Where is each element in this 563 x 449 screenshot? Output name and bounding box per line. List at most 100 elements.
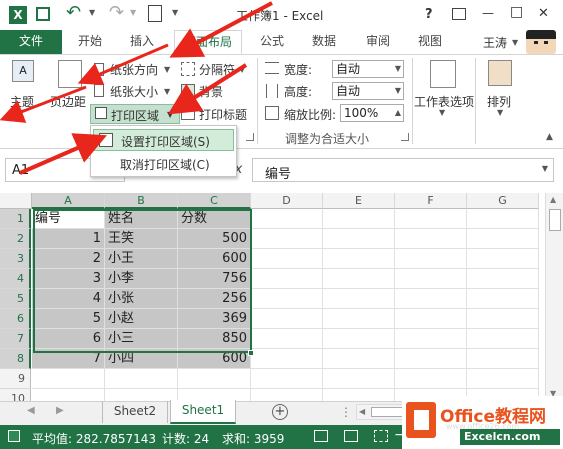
column-header-f[interactable]: F: [395, 193, 467, 209]
cell-a4[interactable]: 3: [32, 269, 105, 289]
cell-c2[interactable]: 500: [178, 229, 251, 249]
sheet-next-icon[interactable]: ▶: [56, 405, 64, 416]
tab-split-icon[interactable]: ⋮: [340, 405, 352, 419]
margins-icon[interactable]: [58, 60, 82, 88]
menu-item-set-print-area[interactable]: 设置打印区域(S): [93, 129, 234, 151]
cell-c4[interactable]: 756: [178, 269, 251, 289]
close-button[interactable]: ✕: [538, 6, 549, 21]
redo-icon[interactable]: ↷: [109, 2, 124, 23]
row-header-1[interactable]: 1: [0, 209, 31, 229]
help-button[interactable]: ?: [425, 7, 433, 22]
cell-a8[interactable]: 7: [32, 349, 105, 369]
cell-d8[interactable]: [251, 349, 323, 369]
sheet-options-icon[interactable]: [430, 60, 456, 88]
print-area-dropdown-icon[interactable]: ▼: [167, 110, 173, 119]
cell-d6[interactable]: [251, 309, 323, 329]
tab-file[interactable]: 文件: [0, 30, 62, 54]
cell-b7[interactable]: 小三: [105, 329, 178, 349]
background-button[interactable]: 背景: [199, 83, 223, 100]
cell-f5[interactable]: [395, 289, 467, 309]
cell-d7[interactable]: [251, 329, 323, 349]
cell-c7[interactable]: 850: [178, 329, 251, 349]
sheet-tab-sheet1[interactable]: Sheet1: [170, 400, 236, 424]
cell-g9[interactable]: [467, 369, 539, 389]
cell-a5[interactable]: 4: [32, 289, 105, 309]
column-header-e[interactable]: E: [323, 193, 395, 209]
formula-input[interactable]: 编号 ▼: [252, 158, 554, 182]
size-button[interactable]: 纸张大小: [110, 83, 158, 100]
cell-c8[interactable]: 600: [178, 349, 251, 369]
tab-data[interactable]: 数据: [304, 30, 344, 54]
ribbon-display-icon[interactable]: [452, 8, 466, 20]
cell-c1[interactable]: 分数: [178, 209, 251, 229]
menu-item-clear-print-area[interactable]: 取消打印区域(C): [93, 153, 234, 175]
cell-a9[interactable]: [32, 369, 105, 389]
sheet-prev-icon[interactable]: ◀: [27, 405, 35, 416]
scroll-left-icon[interactable]: ◀: [359, 407, 365, 416]
row-header-6[interactable]: 6: [0, 309, 31, 329]
cell-e7[interactable]: [323, 329, 395, 349]
cell-b3[interactable]: 小王: [105, 249, 178, 269]
tab-formulas[interactable]: 公式: [252, 30, 292, 54]
new-sheet-button[interactable]: +: [272, 404, 288, 420]
cell-f3[interactable]: [395, 249, 467, 269]
cell-f4[interactable]: [395, 269, 467, 289]
cell-b8[interactable]: 小四: [105, 349, 178, 369]
cell-d5[interactable]: [251, 289, 323, 309]
column-header-g[interactable]: G: [467, 193, 539, 209]
scale-launcher-icon[interactable]: [401, 133, 409, 141]
scroll-up-icon[interactable]: ▲: [550, 195, 556, 204]
height-select[interactable]: 自动 ▼: [332, 82, 404, 100]
vertical-scroll-thumb[interactable]: [549, 209, 561, 231]
row-header-7[interactable]: 7: [0, 329, 31, 349]
cell-a3[interactable]: 2: [32, 249, 105, 269]
select-all-corner[interactable]: [0, 193, 32, 209]
cell-g5[interactable]: [467, 289, 539, 309]
normal-view-icon[interactable]: [314, 430, 328, 442]
cell-d2[interactable]: [251, 229, 323, 249]
qat-customize-icon[interactable]: ▼: [172, 8, 178, 17]
undo-icon[interactable]: ↶: [66, 2, 81, 23]
cell-b2[interactable]: 王笑: [105, 229, 178, 249]
column-header-b[interactable]: B: [105, 193, 178, 209]
cell-d4[interactable]: [251, 269, 323, 289]
sheet-options-dropdown-icon[interactable]: ▼: [439, 108, 445, 117]
size-dropdown-icon[interactable]: ▼: [164, 87, 170, 96]
tab-home[interactable]: 开始: [70, 30, 110, 54]
cell-a2[interactable]: 1: [32, 229, 105, 249]
cell-b9[interactable]: [105, 369, 178, 389]
cell-e3[interactable]: [323, 249, 395, 269]
themes-icon[interactable]: A: [12, 60, 34, 82]
avatar[interactable]: [526, 30, 556, 54]
save-icon[interactable]: [36, 7, 50, 21]
cell-e5[interactable]: [323, 289, 395, 309]
margins-button[interactable]: 页边距: [50, 93, 86, 110]
cell-f9[interactable]: [395, 369, 467, 389]
cell-e4[interactable]: [323, 269, 395, 289]
cell-d3[interactable]: [251, 249, 323, 269]
width-select[interactable]: 自动 ▼: [332, 60, 404, 78]
breaks-dropdown-icon[interactable]: ▼: [239, 65, 245, 74]
cell-g1[interactable]: [467, 209, 539, 229]
orientation-dropdown-icon[interactable]: ▼: [164, 65, 170, 74]
cell-c6[interactable]: 369: [178, 309, 251, 329]
cell-b1[interactable]: 姓名: [105, 209, 178, 229]
cell-g3[interactable]: [467, 249, 539, 269]
row-header-4[interactable]: 4: [0, 269, 31, 289]
cell-b6[interactable]: 小赵: [105, 309, 178, 329]
cell-e9[interactable]: [323, 369, 395, 389]
row-header-5[interactable]: 5: [0, 289, 31, 309]
cell-d1[interactable]: [251, 209, 323, 229]
themes-dropdown-icon[interactable]: ▼: [18, 108, 24, 117]
redo-dropdown-icon[interactable]: ▼: [130, 8, 136, 17]
cell-b5[interactable]: 小张: [105, 289, 178, 309]
tab-review[interactable]: 审阅: [358, 30, 398, 54]
formula-expand-icon[interactable]: ▼: [542, 164, 548, 173]
row-header-2[interactable]: 2: [0, 229, 31, 249]
cell-e2[interactable]: [323, 229, 395, 249]
cell-a1[interactable]: 编号: [32, 209, 105, 229]
tab-view[interactable]: 视图: [410, 30, 450, 54]
page-layout-view-icon[interactable]: [344, 430, 358, 442]
row-header-9[interactable]: 9: [0, 369, 31, 389]
column-header-a[interactable]: A: [32, 193, 105, 209]
